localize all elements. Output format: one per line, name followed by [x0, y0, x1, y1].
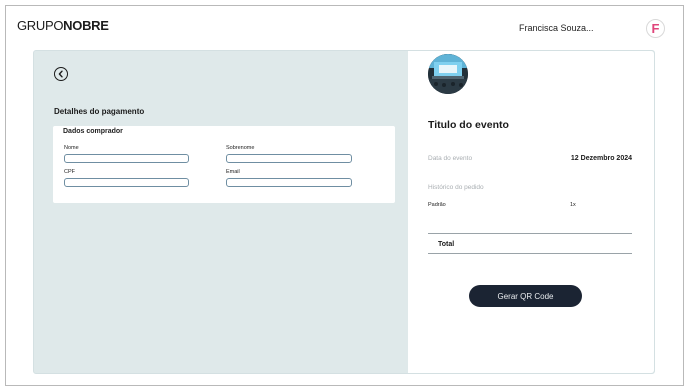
total-label: Total	[438, 241, 455, 248]
nome-label: Nome	[64, 145, 79, 151]
order-summary-panel: Titulo do evento Data do evento 12 Dezem…	[408, 51, 654, 373]
ticket-type: Padrão	[428, 202, 446, 208]
summary-divider-bottom	[428, 253, 632, 254]
user-name[interactable]: Francisca Souza...	[519, 23, 594, 33]
back-button[interactable]	[54, 67, 68, 81]
user-avatar[interactable]: F	[646, 19, 665, 38]
chevron-left-icon	[58, 70, 63, 78]
sobrenome-input[interactable]	[226, 154, 352, 163]
email-label: Email	[226, 169, 240, 175]
event-date-label: Data do evento	[428, 155, 473, 162]
payment-details-title: Detalhes do pagamento	[54, 107, 145, 116]
cpf-label: CPF	[64, 169, 75, 175]
generate-qr-code-button[interactable]: Gerar QR Code	[469, 285, 582, 307]
ticket-quantity: 1x	[570, 202, 576, 208]
avatar-letter: F	[651, 21, 660, 36]
summary-divider-top	[428, 233, 632, 234]
event-date-value: 12 Dezembro 2024	[570, 155, 632, 162]
event-image	[428, 54, 468, 94]
event-title: Titulo do evento	[428, 119, 509, 131]
sobrenome-label: Sobrenome	[226, 145, 255, 151]
email-input[interactable]	[226, 178, 352, 187]
buyer-data-heading: Dados comprador	[63, 128, 123, 135]
buyer-form: Dados comprador Nome Sobrenome CPF Email	[53, 126, 395, 203]
logo-bold-text: NOBRE	[63, 18, 109, 33]
order-history-label: Histórico do pedido	[428, 184, 484, 191]
concert-image-icon	[428, 54, 468, 94]
checkout-card: Detalhes do pagamento Dados comprador No…	[33, 50, 655, 374]
logo[interactable]: GRUPONOBRE	[17, 18, 109, 33]
nome-input[interactable]	[64, 154, 189, 163]
payment-panel: Detalhes do pagamento Dados comprador No…	[34, 51, 408, 373]
cpf-input[interactable]	[64, 178, 189, 187]
logo-light-text: GRUPO	[17, 18, 64, 33]
